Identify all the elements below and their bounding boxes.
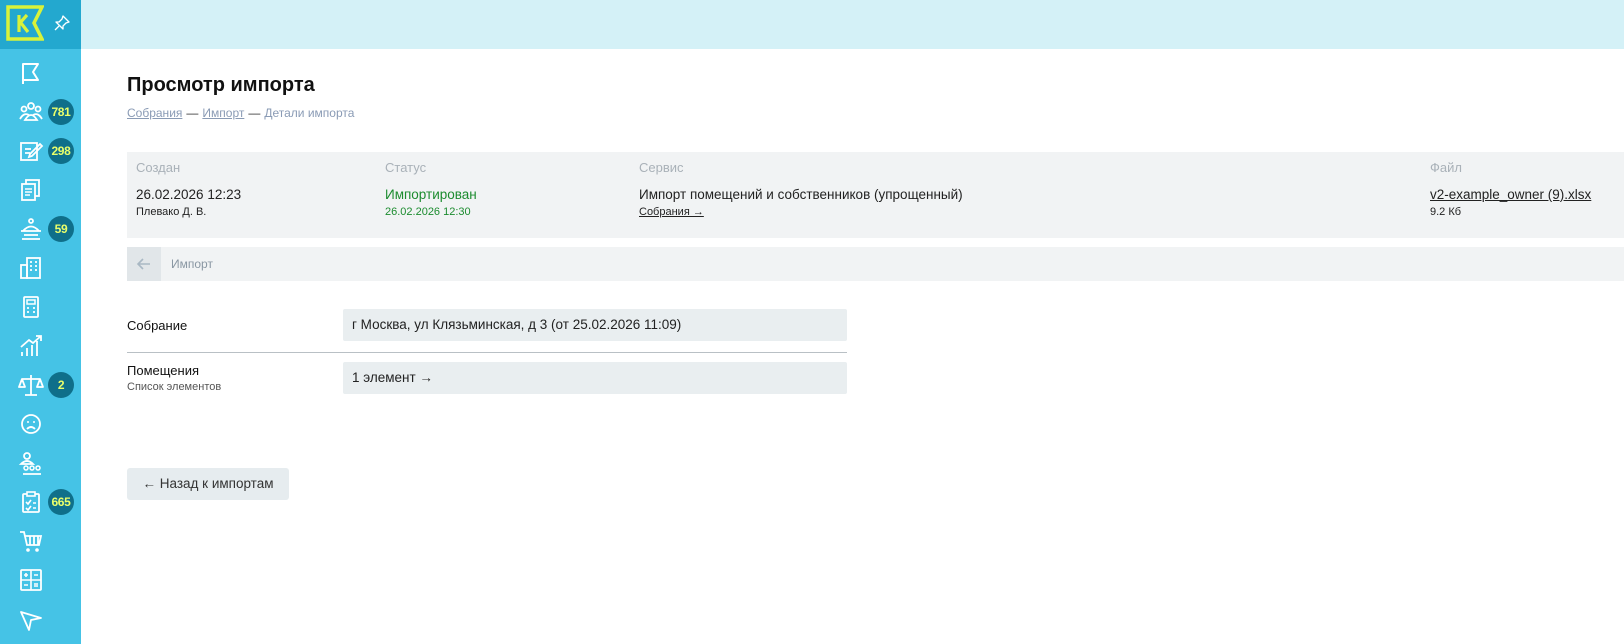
breadcrumb: Собрания — Импорт — Детали импорта <box>127 106 354 120</box>
file-header: Файл <box>1430 160 1462 175</box>
page-title: Просмотр импорта <box>127 74 315 96</box>
status-column: Статус Импортирован 26.02.2026 12:30 <box>385 160 477 220</box>
rooms-sublabel: Список элементов <box>127 381 222 393</box>
breadcrumb-meetings-link[interactable]: Собрания <box>127 106 182 120</box>
service-column: Сервис Импорт помещений и собственников … <box>639 160 963 220</box>
created-by: Плевако Д. В. <box>136 206 207 218</box>
nav-calculator-icon[interactable] <box>17 293 45 321</box>
file-download-link[interactable]: v2-example_owner (9).xlsx <box>1430 186 1591 204</box>
top-bar <box>81 0 1624 49</box>
breadcrumb-separator: — <box>248 106 261 120</box>
nav-scales-icon[interactable] <box>17 371 45 399</box>
service-meetings-link[interactable]: Собрания → <box>639 204 963 220</box>
breadcrumb-separator: — <box>186 106 199 120</box>
service-header: Сервис <box>639 160 684 175</box>
created-header: Создан <box>136 160 181 175</box>
nav-people-group-icon[interactable] <box>17 449 45 477</box>
nav-send-icon[interactable] <box>17 605 45 633</box>
nav-documents-icon[interactable] <box>17 176 45 204</box>
nav-meeting-icon[interactable] <box>17 98 45 126</box>
nav-cart-icon[interactable] <box>17 527 45 555</box>
nav-edit-document-badge: 298 <box>48 138 74 164</box>
created-date: 26.02.2026 12:23 <box>136 187 242 202</box>
nav-calculator-grid-icon[interactable] <box>17 566 45 594</box>
import-back-bar: Импорт <box>127 247 1624 281</box>
file-size: 9.2 Кб <box>1430 206 1462 218</box>
created-column: Создан 26.02.2026 12:23 Плевако Д. В. <box>136 160 241 220</box>
rooms-label: Помещения <box>127 363 200 378</box>
back-arrow-button[interactable] <box>127 247 161 281</box>
nav-flag-icon[interactable] <box>17 59 45 87</box>
meeting-label: Собрание <box>127 318 188 333</box>
nav-checklist-icon[interactable] <box>17 488 45 516</box>
import-info-panel: Создан 26.02.2026 12:23 Плевако Д. В. Ст… <box>127 152 1624 238</box>
rooms-elements-link[interactable]: 1 элемент → <box>343 362 847 394</box>
form-divider <box>127 352 847 353</box>
app-logo-icon[interactable] <box>6 5 45 41</box>
nav-sad-face-icon[interactable] <box>17 410 45 438</box>
pin-icon[interactable] <box>54 15 70 31</box>
nav-checklist-badge: 665 <box>48 489 74 515</box>
file-column: Файл v2-example_owner (9).xlsx 9.2 Кб <box>1430 160 1591 220</box>
nav-building-icon[interactable] <box>17 254 45 282</box>
status-header: Статус <box>385 160 427 175</box>
nav-service-bell-badge: 59 <box>48 216 74 242</box>
sidebar: 781 298 59 2 665 <box>0 0 81 644</box>
arrow-left-icon <box>136 258 150 270</box>
meeting-value-field[interactable]: г Москва, ул Клязьминская, д 3 (от 25.02… <box>343 309 847 341</box>
breadcrumb-import-link[interactable]: Импорт <box>202 106 244 120</box>
nav-service-bell-icon[interactable] <box>17 215 45 243</box>
nav-scales-badge: 2 <box>48 372 74 398</box>
nav-edit-document-icon[interactable] <box>17 137 45 165</box>
service-value: Импорт помещений и собственников (упроще… <box>639 187 963 202</box>
back-bar-label: Импорт <box>171 257 213 271</box>
status-value: Импортирован <box>385 187 477 202</box>
nav-meeting-badge: 781 <box>48 99 74 125</box>
nav-chart-icon[interactable] <box>17 332 45 360</box>
status-date: 26.02.2026 12:30 <box>385 206 471 218</box>
back-to-imports-button[interactable]: ← Назад к импортам <box>127 468 289 500</box>
breadcrumb-current: Детали импорта <box>264 106 355 120</box>
